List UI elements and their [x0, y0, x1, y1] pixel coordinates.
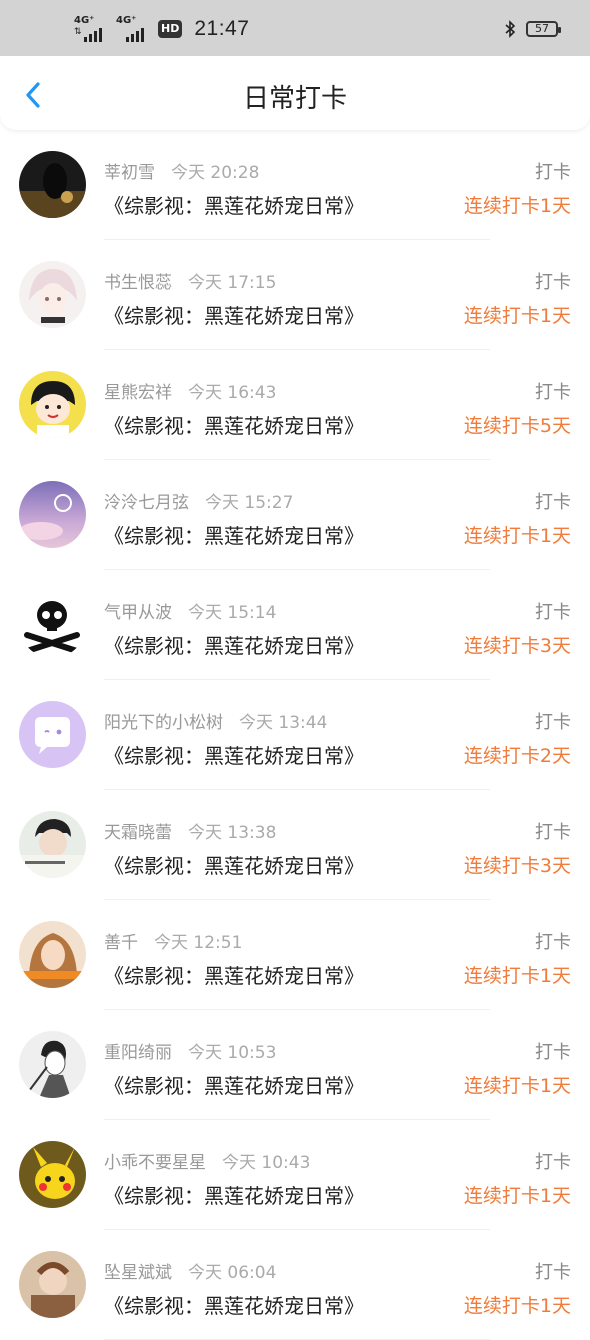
checkin-time: 今天 16:43: [188, 383, 277, 403]
checkin-time: 今天 20:28: [171, 163, 260, 183]
checkin-label: 打卡: [535, 272, 571, 293]
user-name[interactable]: 天霜晓蕾: [104, 823, 172, 843]
checkin-time: 今天 12:51: [154, 933, 243, 953]
avatar[interactable]: [19, 481, 86, 548]
book-title[interactable]: 《综影视：黑莲花娇宠日常》: [104, 850, 364, 879]
list-item[interactable]: 气甲从波 今天 15:14 《综影视：黑莲花娇宠日常》 打卡 连续打卡3天: [0, 570, 590, 680]
book-title[interactable]: 《综影视：黑莲花娇宠日常》: [104, 740, 364, 769]
page-title: 日常打卡: [242, 84, 347, 114]
checkin-label: 打卡: [535, 932, 571, 953]
streak-label: 连续打卡1天: [463, 1185, 571, 1207]
checkin-time: 今天 13:38: [188, 823, 277, 843]
checkin-time: 今天 10:53: [188, 1043, 277, 1063]
user-name[interactable]: 书生恨蕊: [104, 273, 172, 293]
user-name[interactable]: 泠泠七月弦: [104, 493, 189, 513]
user-name[interactable]: 善千: [104, 933, 138, 953]
streak-label: 连续打卡5天: [463, 415, 571, 437]
list-item[interactable]: 天霜晓蕾 今天 13:38 《综影视：黑莲花娇宠日常》 打卡 连续打卡3天: [0, 790, 590, 900]
battery-icon: 57: [526, 21, 561, 37]
checkin-label: 打卡: [535, 712, 571, 733]
streak-label: 连续打卡1天: [463, 1075, 571, 1097]
user-name[interactable]: 坠星斌斌: [104, 1263, 172, 1283]
status-time: 21:47: [194, 17, 250, 40]
checkin-label: 打卡: [535, 382, 571, 403]
avatar[interactable]: [19, 701, 86, 768]
book-title[interactable]: 《综影视：黑莲花娇宠日常》: [104, 1180, 364, 1209]
checkin-time: 今天 10:43: [222, 1153, 311, 1173]
user-name[interactable]: 气甲从波: [104, 603, 172, 623]
user-name[interactable]: 重阳绮丽: [104, 1043, 172, 1063]
checkin-time: 今天 15:27: [205, 493, 294, 513]
hd-voice-icon: HD: [158, 20, 183, 38]
list-item[interactable]: 书生恨蕊 今天 17:15 《综影视：黑莲花娇宠日常》 打卡 连续打卡1天: [0, 240, 590, 350]
streak-label: 连续打卡1天: [463, 525, 571, 547]
avatar[interactable]: [19, 1031, 86, 1098]
status-bar: 4G⁺ ⇅ 4G⁺ HD 21:47 57: [0, 0, 590, 56]
status-left: 4G⁺ ⇅ 4G⁺ HD 21:47: [74, 16, 249, 42]
streak-label: 连续打卡3天: [463, 635, 571, 657]
checkin-label: 打卡: [535, 1152, 571, 1173]
list-item[interactable]: 坠星斌斌 今天 06:04 《综影视：黑莲花娇宠日常》 打卡 连续打卡1天: [0, 1230, 590, 1340]
book-title[interactable]: 《综影视：黑莲花娇宠日常》: [104, 300, 364, 329]
streak-label: 连续打卡3天: [463, 855, 571, 877]
user-name[interactable]: 小乖不要星星: [104, 1153, 206, 1173]
list-item[interactable]: 重阳绮丽 今天 10:53 《综影视：黑莲花娇宠日常》 打卡 连续打卡1天: [0, 1010, 590, 1120]
book-title[interactable]: 《综影视：黑莲花娇宠日常》: [104, 520, 364, 549]
signal-icon: 4G⁺ ⇅: [74, 16, 104, 42]
signal-icon: 4G⁺: [116, 16, 146, 42]
avatar[interactable]: [19, 1251, 86, 1318]
checkin-time: 今天 13:44: [239, 713, 328, 733]
checkin-label: 打卡: [535, 1042, 571, 1063]
book-title[interactable]: 《综影视：黑莲花娇宠日常》: [104, 410, 364, 439]
book-title[interactable]: 《综影视：黑莲花娇宠日常》: [104, 1290, 364, 1319]
streak-label: 连续打卡1天: [463, 305, 571, 327]
book-title[interactable]: 《综影视：黑莲花娇宠日常》: [104, 1070, 364, 1099]
book-title[interactable]: 《综影视：黑莲花娇宠日常》: [104, 960, 364, 989]
streak-label: 连续打卡2天: [463, 745, 571, 767]
user-name[interactable]: 阳光下的小松树: [104, 713, 223, 733]
avatar[interactable]: [19, 1141, 86, 1208]
avatar[interactable]: [19, 261, 86, 328]
book-title[interactable]: 《综影视：黑莲花娇宠日常》: [104, 190, 364, 219]
streak-label: 连续打卡1天: [463, 195, 571, 217]
status-right: 57: [504, 20, 561, 38]
bluetooth-icon: [505, 20, 516, 38]
checkin-label: 打卡: [535, 822, 571, 843]
checkin-list: 莘初雪 今天 20:28 《综影视：黑莲花娇宠日常》 打卡 连续打卡1天 书生恨蕊…: [0, 130, 590, 1340]
streak-label: 连续打卡1天: [463, 965, 571, 987]
list-item[interactable]: 星熊宏祥 今天 16:43 《综影视：黑莲花娇宠日常》 打卡 连续打卡5天: [0, 350, 590, 460]
book-title[interactable]: 《综影视：黑莲花娇宠日常》: [104, 630, 364, 659]
avatar[interactable]: [19, 811, 86, 878]
top-nav-bar: 日常打卡: [0, 56, 590, 130]
avatar[interactable]: [19, 151, 86, 218]
checkin-label: 打卡: [535, 602, 571, 623]
streak-label: 连续打卡1天: [463, 1295, 571, 1317]
avatar[interactable]: [19, 591, 86, 658]
avatar[interactable]: [19, 921, 86, 988]
checkin-time: 今天 15:14: [188, 603, 277, 623]
battery-level: 57: [535, 22, 549, 35]
list-item[interactable]: 泠泠七月弦 今天 15:27 《综影视：黑莲花娇宠日常》 打卡 连续打卡1天: [0, 460, 590, 570]
user-name[interactable]: 莘初雪: [104, 163, 155, 183]
list-item[interactable]: 小乖不要星星 今天 10:43 《综影视：黑莲花娇宠日常》 打卡 连续打卡1天: [0, 1120, 590, 1230]
avatar[interactable]: [19, 371, 86, 438]
checkin-time: 今天 06:04: [188, 1263, 277, 1283]
checkin-label: 打卡: [535, 162, 571, 183]
user-name[interactable]: 星熊宏祥: [104, 383, 172, 403]
checkin-time: 今天 17:15: [188, 273, 277, 293]
list-item[interactable]: 善千 今天 12:51 《综影视：黑莲花娇宠日常》 打卡 连续打卡1天: [0, 900, 590, 1010]
network-label: 4G⁺: [116, 15, 137, 26]
network-label: 4G⁺: [74, 15, 95, 26]
checkin-label: 打卡: [535, 492, 571, 513]
list-item[interactable]: 阳光下的小松树 今天 13:44 《综影视：黑莲花娇宠日常》 打卡 连续打卡2天: [0, 680, 590, 790]
list-item[interactable]: 莘初雪 今天 20:28 《综影视：黑莲花娇宠日常》 打卡 连续打卡1天: [0, 130, 590, 240]
checkin-label: 打卡: [535, 1262, 571, 1283]
